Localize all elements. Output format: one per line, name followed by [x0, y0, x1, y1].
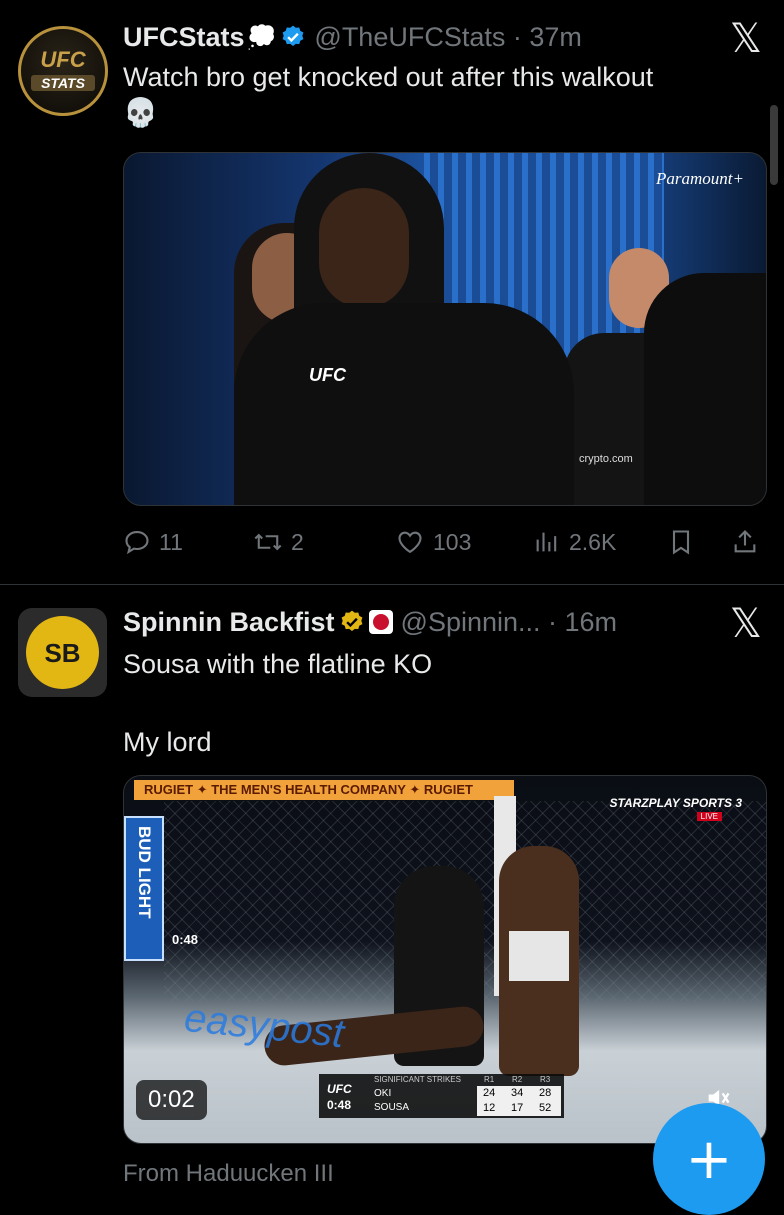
x-logo-icon[interactable]: 𝕏 [730, 601, 762, 647]
bookmark-icon [672, 530, 690, 555]
avatar-ufc-text: UFC [40, 47, 86, 72]
scoreboard-title: SIGNIFICANT STRIKES [374, 1075, 461, 1084]
tweet-text: Watch bro get knocked out after this wal… [123, 59, 653, 131]
like-button[interactable]: 103 [395, 522, 471, 562]
author-handle[interactable]: @Spinnin... [401, 607, 541, 638]
tweet-text-line: Sousa with the flatline KO [123, 649, 433, 679]
fighter-shorts [509, 931, 569, 981]
reply-button[interactable]: 11 [123, 522, 183, 562]
round-header-r2: R2 [512, 1075, 523, 1084]
tweet-video[interactable]: RUGIET ✦ THE MEN'S HEALTH COMPANY ✦ RUGI… [123, 775, 767, 1144]
tweet-text-line: Watch bro get knocked out after this wal… [123, 62, 654, 92]
author-name[interactable]: UFCStats [123, 22, 245, 53]
reply-icon [125, 531, 149, 555]
repost-button[interactable]: 2 [253, 522, 304, 562]
author-name[interactable]: Spinnin Backfist [123, 607, 335, 638]
score-f2-r1: 12 [483, 1102, 496, 1114]
name-emoji: 💭 [246, 23, 277, 51]
canvas-logo: easypost [182, 995, 347, 1057]
round-header-r3: R3 [540, 1075, 551, 1084]
tweet-spinnin-backfist[interactable]: SB Spinnin Backfist @Spinnin... · 16m 𝕏 … [0, 585, 784, 1200]
dot-separator: · [505, 21, 530, 52]
score-f2-r2: 17 [511, 1102, 524, 1114]
like-count: 103 [433, 528, 472, 555]
tweet-text-line: My lord [123, 727, 212, 757]
score-cells: 24 34 28 12 17 52 [477, 1086, 561, 1116]
fighter-jacket [234, 303, 574, 505]
score-f1-r2: 34 [511, 1087, 524, 1099]
round-header-r1: R1 [484, 1075, 495, 1084]
octagon-banner: RUGIET ✦ THE MEN'S HEALTH COMPANY ✦ RUGI… [134, 780, 514, 800]
reply-count: 11 [159, 528, 183, 555]
scoreboard-clock: 0:48 [327, 1098, 352, 1112]
tweet-time[interactable]: 37m [529, 22, 582, 53]
scoreboard: SIGNIFICANT STRIKES R1 R2 R3 UFC 0:48 OK… [319, 1074, 564, 1118]
score-f1-r3: 28 [539, 1087, 552, 1099]
repost-icon [254, 533, 282, 551]
tweet-header: UFCStats 💭 @TheUFCStats · 37m [123, 18, 582, 56]
person-far-right [644, 273, 766, 505]
score-f2-r3: 52 [539, 1102, 552, 1114]
scrollbar[interactable] [770, 105, 778, 185]
tweet-ufcstats[interactable]: UFC STATS UFCStats 💭 @TheUFCStats · 37m … [0, 0, 784, 585]
dot-separator: · [540, 606, 565, 637]
avatar-ufcstats[interactable]: UFC STATS [18, 26, 108, 116]
side-banner-text: BUD LIGHT [135, 826, 154, 919]
fighter-face [319, 188, 409, 308]
skull-emoji: 💀 [123, 97, 158, 128]
avatar-sb-text: SB [44, 638, 81, 668]
brand-watermark: Paramount+ [656, 169, 744, 188]
affiliate-badge-icon [368, 610, 393, 634]
share-button[interactable] [731, 522, 759, 562]
action-bar: 11 2 103 2.6K [123, 522, 765, 562]
tweet-text: Sousa with the flatline KO My lord [123, 646, 432, 760]
like-icon [398, 531, 422, 554]
verified-icon [341, 610, 362, 631]
live-tag: LIVE [696, 812, 722, 821]
avatar-stats-text: STATS [31, 75, 95, 91]
author-handle[interactable]: @TheUFCStats [314, 22, 505, 53]
score-f1-r1: 24 [483, 1087, 496, 1099]
tweet-image[interactable]: UFC Paramount+ crypto.com [123, 152, 767, 506]
bookmark-button[interactable] [667, 522, 695, 562]
views-count: 2.6K [569, 528, 617, 555]
arena-clock: 0:48 [172, 932, 199, 947]
video-time-badge: 0:02 [136, 1080, 207, 1120]
scoreboard-ufc-logo: UFC [327, 1082, 352, 1096]
views-icon [536, 532, 557, 552]
sponsor-text: crypto.com [579, 453, 633, 465]
fighter1-name: OKI [374, 1088, 392, 1099]
tweet-header: Spinnin Backfist @Spinnin... · 16m [123, 603, 617, 641]
video-attribution[interactable]: From Haduucken III [123, 1160, 334, 1188]
x-logo-icon[interactable]: 𝕏 [730, 16, 762, 62]
views-button[interactable]: 2.6K [533, 522, 616, 562]
share-icon [734, 530, 756, 553]
repost-count: 2 [291, 528, 304, 555]
tweet-time[interactable]: 16m [565, 607, 618, 638]
broadcaster-logo: STARZPLAY SPORTS 3 [609, 796, 742, 810]
jacket-logo: UFC [309, 365, 346, 385]
avatar-spinnin-backfist[interactable]: SB [18, 608, 107, 697]
compose-button[interactable]: + [653, 1103, 765, 1215]
fighter2-name: SOUSA [374, 1102, 410, 1113]
side-banner: BUD LIGHT [124, 816, 164, 961]
verified-icon [283, 25, 304, 46]
